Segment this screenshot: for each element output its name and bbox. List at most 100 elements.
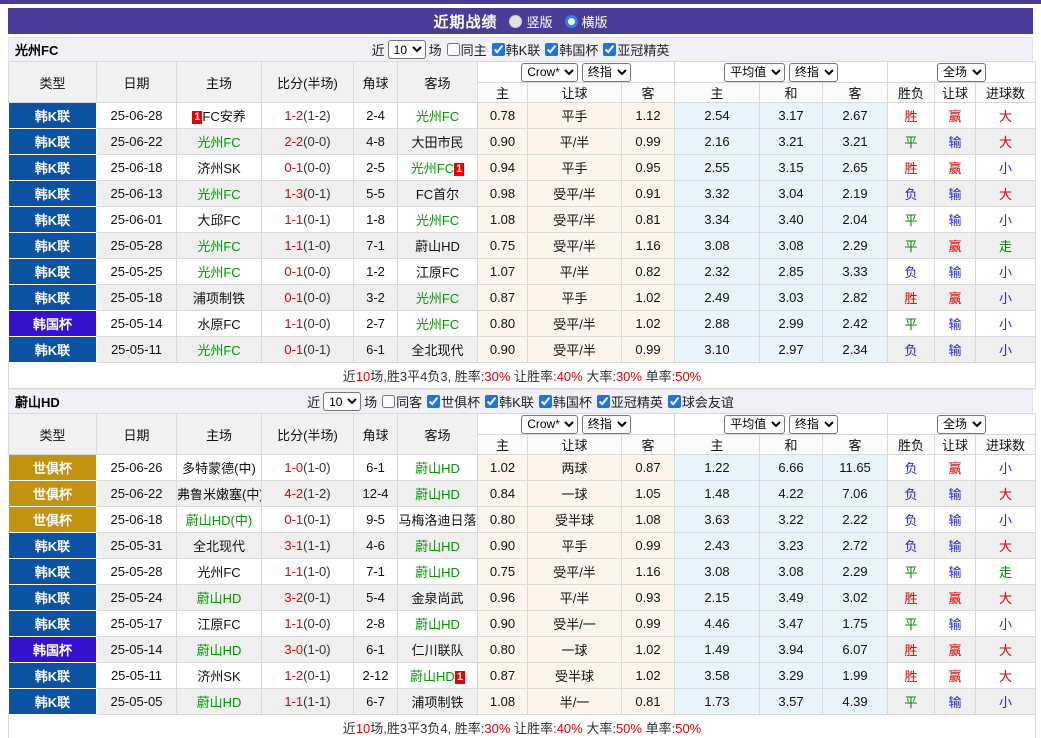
league-filter[interactable]: 亚冠精英 [592, 392, 663, 411]
recent-count-select[interactable]: 10 [388, 40, 426, 59]
league-checkbox[interactable] [597, 395, 610, 408]
avg-draw-odds-cell: 3.21 [760, 129, 823, 155]
away-team-cell: FC首尔 [398, 181, 478, 207]
match-type-cell: 韩K联 [9, 689, 97, 715]
summary-text: 50% [616, 721, 642, 736]
avg-away-odds-cell: 4.39 [823, 689, 888, 715]
odds-company-select[interactable]: Crow* [521, 63, 578, 82]
league-filter[interactable]: 世俱杯 [422, 392, 480, 411]
avg-away-odds-cell: 7.06 [823, 481, 888, 507]
col-type: 类型 [9, 414, 97, 455]
home-team-cell: 弗鲁米嫩塞(中) [177, 481, 262, 507]
avg-draw-odds-cell: 3.22 [760, 507, 823, 533]
avg-away-odds-cell: 2.22 [823, 507, 888, 533]
match-date-cell: 25-05-31 [97, 533, 177, 559]
league-filter[interactable]: 球会友谊 [663, 392, 734, 411]
average-odds-select[interactable]: 平均值 [724, 63, 785, 82]
average-odds-select[interactable]: 平均值 [724, 415, 785, 434]
home-team-cell: 全北现代 [177, 533, 262, 559]
handicap-away-odds-cell: 1.02 [622, 663, 675, 689]
score-cell: 1-1(0-1) [262, 207, 354, 233]
avg-draw-odds-cell: 4.22 [760, 481, 823, 507]
same-side-filter[interactable]: 同客 [377, 392, 422, 411]
league-filter[interactable]: 亚冠精英 [598, 40, 669, 59]
avg-away-odds-cell: 6.07 [823, 637, 888, 663]
fulltime-select[interactable]: 全场 [937, 415, 986, 434]
final-odds-select[interactable]: 终指 [582, 415, 631, 434]
final-odds-select-2[interactable]: 终指 [789, 415, 838, 434]
result-handicap-cell: 输 [935, 129, 976, 155]
away-team-cell: 蔚山HD [398, 233, 478, 259]
handicap-away-odds-cell: 1.12 [622, 103, 675, 129]
col-handicap-away: 客 [622, 83, 675, 103]
radio-unselected-icon[interactable] [565, 15, 578, 28]
layout-horizontal-radio[interactable]: 横版 [565, 12, 608, 31]
league-filter[interactable]: 韩K联 [487, 40, 541, 59]
league-checkbox[interactable] [427, 395, 440, 408]
match-row: 韩K联25-05-28光州FC1-1(1-0)7-1蔚山HD0.75受平/半1.… [9, 233, 1036, 259]
fulltime-score: 0-1 [284, 512, 303, 527]
home-team-cell: 蔚山HD [177, 585, 262, 611]
fulltime-select[interactable]: 全场 [937, 63, 986, 82]
filter-games-label: 场 [364, 392, 377, 411]
team-text: 大田市民 [411, 135, 463, 150]
result-goals-cell: 大 [976, 533, 1036, 559]
result-goals-cell: 走 [976, 559, 1036, 585]
halftime-score: (1-2) [303, 486, 330, 501]
match-type-cell: 韩K联 [9, 181, 97, 207]
match-date-cell: 25-05-17 [97, 611, 177, 637]
same-side-checkbox[interactable] [447, 43, 460, 56]
same-side-label: 同客 [396, 392, 422, 411]
result-goals-cell: 小 [976, 611, 1036, 637]
league-filter[interactable]: 韩国杯 [540, 40, 598, 59]
handicap-home-odds-cell: 0.80 [478, 507, 528, 533]
result-goals-cell: 大 [976, 129, 1036, 155]
filter-near-label: 近 [372, 40, 385, 59]
score-cell: 3-0(1-0) [262, 637, 354, 663]
final-odds-select[interactable]: 终指 [582, 63, 631, 82]
league-checkbox[interactable] [603, 43, 616, 56]
away-team-cell: 蔚山HD [398, 559, 478, 585]
match-row: 韩K联25-05-25光州FC0-1(0-0)1-2江原FC1.07平/半0.8… [9, 259, 1036, 285]
league-checkbox[interactable] [668, 395, 681, 408]
corner-cell: 2-4 [354, 103, 398, 129]
league-checkbox[interactable] [485, 395, 498, 408]
avg-away-odds-cell: 1.99 [823, 663, 888, 689]
league-filter[interactable]: 韩国杯 [534, 392, 592, 411]
match-date-cell: 25-06-18 [97, 507, 177, 533]
score-cell: 3-2(0-1) [262, 585, 354, 611]
radio-selected-icon[interactable] [509, 15, 522, 28]
handicap-line-cell: 受平/半 [528, 207, 622, 233]
col-result-goals: 进球数 [976, 435, 1036, 455]
same-side-filter[interactable]: 同主 [442, 40, 487, 59]
avg-draw-odds-cell: 3.23 [760, 533, 823, 559]
layout-vertical-radio[interactable]: 竖版 [509, 12, 552, 31]
handicap-dropdowns: Crow* 终指 [478, 62, 675, 83]
average-dropdowns: 平均值 终指 [675, 414, 888, 435]
league-filter[interactable]: 韩K联 [480, 392, 534, 411]
section-summary: 近10场,胜3平3负4, 胜率:30% 让胜率:40% 大率:50% 单率:50… [9, 715, 1036, 738]
avg-draw-odds-cell: 3.49 [760, 585, 823, 611]
odds-company-select[interactable]: Crow* [521, 415, 578, 434]
league-checkbox[interactable] [492, 43, 505, 56]
handicap-line-cell: 平/半 [528, 259, 622, 285]
avg-away-odds-cell: 2.29 [823, 233, 888, 259]
match-type-cell: 世俱杯 [9, 481, 97, 507]
league-checkbox[interactable] [539, 395, 552, 408]
team-text: 光州FC [416, 291, 459, 306]
same-side-checkbox[interactable] [382, 395, 395, 408]
avg-draw-odds-cell: 3.57 [760, 689, 823, 715]
final-odds-select-2[interactable]: 终指 [789, 63, 838, 82]
result-goals-cell: 小 [976, 507, 1036, 533]
league-label: 球会友谊 [682, 392, 734, 411]
match-date-cell: 25-06-18 [97, 155, 177, 181]
recent-count-select[interactable]: 10 [323, 392, 361, 411]
section-gwangju: 光州FC 近10场同主韩K联韩国杯亚冠精英 类型 日期 主场 比分(半场) 角球… [8, 37, 1033, 389]
result-handicap-cell: 赢 [935, 455, 976, 481]
avg-home-odds-cell: 3.10 [675, 337, 760, 363]
result-goals-cell: 大 [976, 663, 1036, 689]
handicap-home-odds-cell: 0.84 [478, 481, 528, 507]
league-checkbox[interactable] [545, 43, 558, 56]
handicap-away-odds-cell: 0.93 [622, 585, 675, 611]
avg-home-odds-cell: 2.32 [675, 259, 760, 285]
